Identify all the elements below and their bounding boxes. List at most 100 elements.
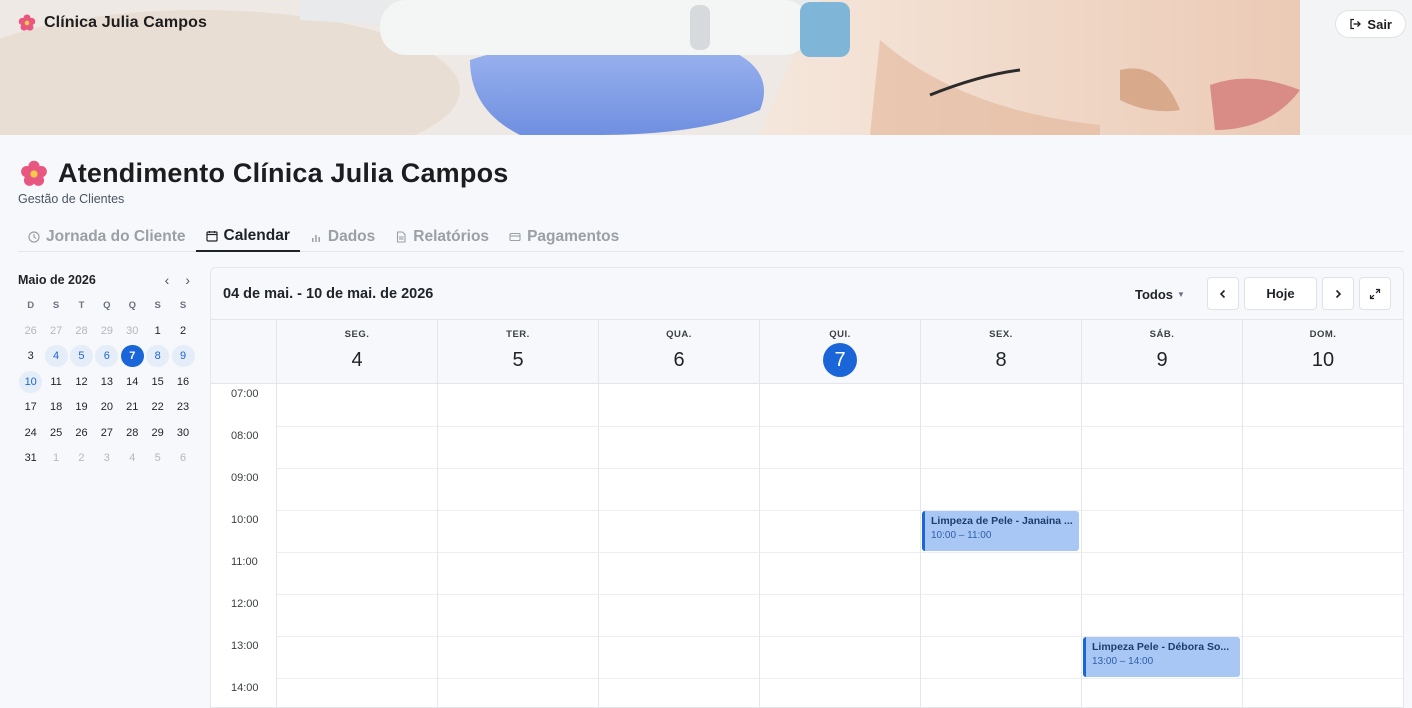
mini-day[interactable]: 26 bbox=[70, 422, 93, 444]
chevron-left-icon[interactable]: ‹ bbox=[165, 272, 170, 288]
mini-day[interactable]: 13 bbox=[95, 371, 118, 393]
mini-day[interactable]: 19 bbox=[70, 396, 93, 418]
hour-gridline bbox=[276, 426, 1403, 427]
mini-day[interactable]: 29 bbox=[146, 422, 169, 444]
mini-day-today[interactable]: 7 bbox=[120, 345, 144, 368]
chevron-right-icon[interactable]: › bbox=[185, 272, 190, 288]
mini-day[interactable]: 15 bbox=[146, 371, 169, 393]
mini-day[interactable]: 6 bbox=[95, 345, 119, 368]
mini-calendar-days: 26 27 28 29 30 1 2 3 4 5 6 7 8 9 10 11 12 13 14 15 16 17 18 19 2… bbox=[18, 320, 196, 469]
mini-day[interactable]: 28 bbox=[70, 320, 93, 342]
mini-day[interactable]: 29 bbox=[95, 320, 118, 342]
mini-day[interactable]: 8 bbox=[146, 345, 170, 368]
mini-day[interactable]: 23 bbox=[172, 396, 195, 418]
mini-day[interactable]: 20 bbox=[95, 396, 118, 418]
mini-day[interactable]: 30 bbox=[121, 320, 144, 342]
mini-day[interactable]: 5 bbox=[69, 345, 93, 368]
mini-day[interactable]: 27 bbox=[95, 422, 118, 444]
day-header-weekday: QUA. bbox=[666, 329, 692, 340]
day-header-10[interactable]: DOM. 10 bbox=[1242, 320, 1403, 384]
calendar-icon bbox=[205, 231, 218, 242]
day-column-divider bbox=[920, 384, 921, 707]
page-subtitle: Gestão de Clientes bbox=[18, 192, 125, 206]
day-header-weekday: DOM. bbox=[1309, 329, 1337, 340]
mini-day[interactable]: 16 bbox=[172, 371, 195, 393]
mini-day[interactable]: 31 bbox=[19, 447, 42, 469]
mini-day[interactable]: 4 bbox=[44, 345, 68, 368]
mini-day[interactable]: 30 bbox=[172, 422, 195, 444]
appointment-title: Limpeza de Pele - Janaina ... bbox=[931, 515, 1073, 527]
mini-day[interactable]: 3 bbox=[95, 447, 118, 469]
brand[interactable]: Clínica Julia Campos bbox=[18, 14, 207, 32]
mini-day[interactable]: 26 bbox=[19, 320, 42, 342]
day-header-weekday: SÁB. bbox=[1149, 329, 1175, 340]
prev-week-button[interactable] bbox=[1207, 277, 1239, 310]
logout-icon bbox=[1350, 18, 1362, 30]
professional-filter[interactable]: Todos ▼ bbox=[1135, 287, 1185, 302]
mini-day[interactable]: 28 bbox=[121, 422, 144, 444]
hour-gridline bbox=[276, 552, 1403, 553]
mini-day[interactable]: 17 bbox=[19, 396, 42, 418]
mini-day[interactable]: 2 bbox=[70, 447, 93, 469]
day-column-divider bbox=[437, 384, 438, 707]
day-header-5[interactable]: TER. 5 bbox=[437, 320, 598, 384]
page-header: Atendimento Clínica Julia Campos bbox=[20, 158, 508, 189]
mini-day[interactable]: 14 bbox=[121, 371, 144, 393]
appointment-time: 13:00 – 14:00 bbox=[1092, 656, 1154, 667]
day-header-8[interactable]: SEX. 8 bbox=[920, 320, 1081, 384]
hour-label: 12:00 bbox=[231, 598, 259, 610]
hour-label: 10:00 bbox=[231, 514, 259, 526]
mini-day[interactable]: 27 bbox=[45, 320, 68, 342]
logout-button[interactable]: Sair bbox=[1335, 10, 1406, 38]
mini-day[interactable]: 1 bbox=[146, 320, 169, 342]
tab-dados[interactable]: Dados bbox=[300, 222, 385, 252]
day-header-number: 6 bbox=[673, 349, 685, 371]
next-week-button[interactable] bbox=[1322, 277, 1354, 310]
today-button[interactable]: Hoje bbox=[1244, 277, 1317, 310]
day-column-divider bbox=[598, 384, 599, 707]
mini-weekday-label: Q bbox=[128, 300, 136, 311]
document-icon bbox=[397, 231, 406, 243]
chevron-down-icon: ▼ bbox=[1177, 290, 1185, 299]
mini-day[interactable]: 1 bbox=[45, 447, 68, 469]
brand-name: Clínica Julia Campos bbox=[44, 14, 207, 31]
logout-label: Sair bbox=[1367, 16, 1392, 32]
mini-day[interactable]: 6 bbox=[172, 447, 195, 469]
mini-day[interactable]: 9 bbox=[171, 345, 195, 368]
mini-calendar-weekdays: DSTQQSS bbox=[18, 300, 196, 314]
tab-jornada-do-cliente[interactable]: Jornada do Cliente bbox=[18, 222, 196, 252]
mini-day[interactable]: 12 bbox=[70, 371, 93, 393]
day-header-6[interactable]: QUA. 6 bbox=[598, 320, 759, 384]
mini-day[interactable]: 11 bbox=[45, 371, 68, 393]
fullscreen-button[interactable] bbox=[1359, 277, 1391, 310]
mini-day[interactable]: 21 bbox=[121, 396, 144, 418]
mini-day[interactable]: 25 bbox=[45, 422, 68, 444]
appointment-event[interactable]: Limpeza de Pele - Janaina ... 10:00 – 11:… bbox=[922, 511, 1079, 551]
page-title: Atendimento Clínica Julia Campos bbox=[58, 158, 509, 188]
tab-bar: Jornada do Cliente Calendar Dados Relató… bbox=[18, 222, 1404, 252]
mini-calendar-title: Maio de 2026 bbox=[18, 273, 96, 287]
mini-day[interactable]: 18 bbox=[45, 396, 68, 418]
time-gutter-header bbox=[211, 320, 276, 384]
appointment-event[interactable]: Limpeza Pele - Débora So... 13:00 – 14:00 bbox=[1083, 637, 1240, 677]
day-header-4[interactable]: SEG. 4 bbox=[276, 320, 437, 384]
hour-gridline bbox=[276, 678, 1403, 679]
mini-day[interactable]: 24 bbox=[19, 422, 42, 444]
expand-icon bbox=[1369, 288, 1381, 299]
mini-day[interactable]: 4 bbox=[121, 447, 144, 469]
card-icon bbox=[509, 232, 521, 242]
mini-weekday-label: S bbox=[179, 300, 187, 311]
mini-day[interactable]: 22 bbox=[146, 396, 169, 418]
mini-weekday-label: T bbox=[78, 300, 85, 311]
tab-pagamentos[interactable]: Pagamentos bbox=[499, 222, 629, 252]
mini-day[interactable]: 3 bbox=[19, 345, 42, 367]
mini-day[interactable]: 10 bbox=[19, 370, 43, 393]
mini-day[interactable]: 2 bbox=[172, 320, 195, 342]
day-header-7[interactable]: QUI. 7 bbox=[759, 320, 920, 384]
mini-day[interactable]: 5 bbox=[146, 447, 169, 469]
tab-calendar[interactable]: Calendar bbox=[195, 222, 300, 252]
hour-label: 08:00 bbox=[231, 430, 259, 442]
tab-relatorios[interactable]: Relatórios bbox=[385, 222, 499, 252]
day-header-number: 10 bbox=[1311, 349, 1335, 371]
day-header-9[interactable]: SÁB. 9 bbox=[1081, 320, 1242, 384]
